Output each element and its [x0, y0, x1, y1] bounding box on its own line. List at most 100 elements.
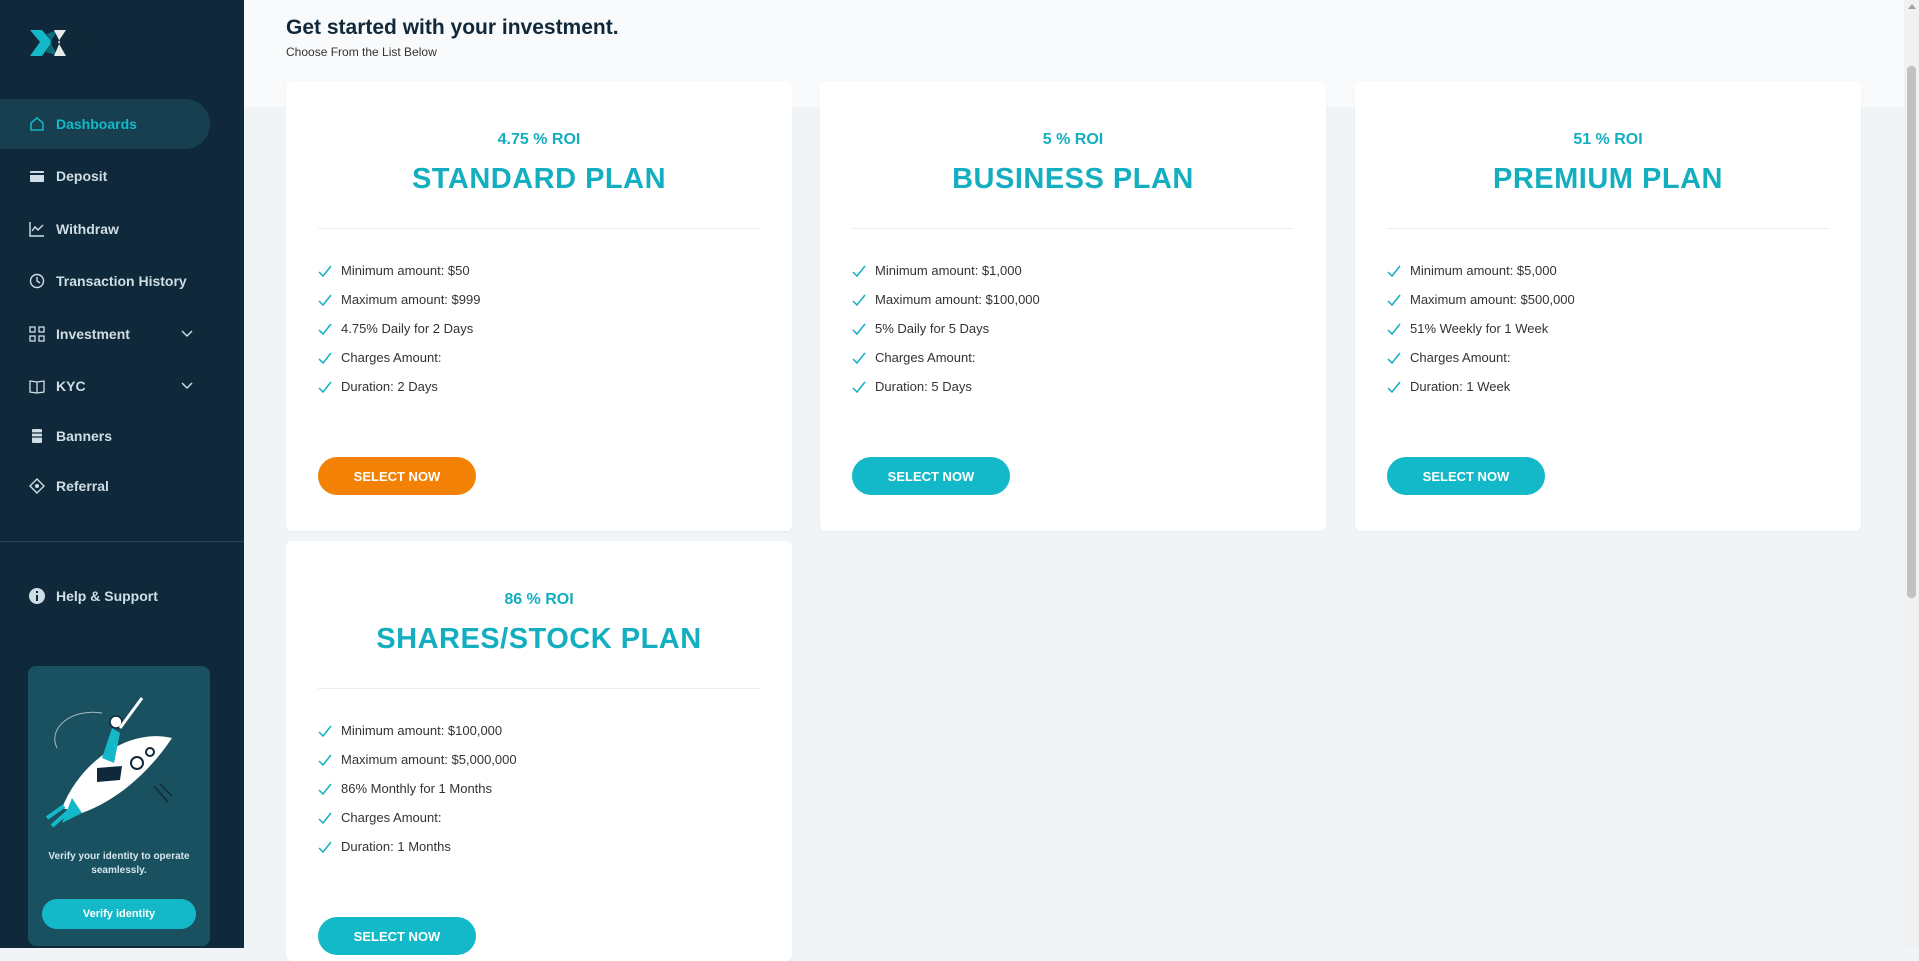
feature-text: Duration: 1 Week: [1410, 379, 1511, 394]
plan-roi: 4.75 % ROI: [497, 131, 581, 148]
feature-text: 86% Monthly for 1 Months: [341, 781, 493, 796]
chevron-down-icon[interactable]: [180, 378, 194, 395]
plan-features: Minimum amount: $1,000 Maximum amount: $…: [852, 256, 1040, 401]
sidebar-item-label: Referral: [56, 478, 109, 494]
verify-identity-text: Verify your identity to operate seamless…: [48, 851, 190, 876]
feature-item: Duration: 2 Days: [318, 372, 480, 401]
plan-name: BUSINESS PLAN: [952, 163, 1194, 195]
sidebar-item-kyc[interactable]: KYC: [0, 361, 244, 411]
help-support-label: Help & Support: [56, 588, 158, 604]
select-now-button[interactable]: SELECT NOW: [318, 917, 476, 955]
feature-text: Duration: 2 Days: [341, 379, 438, 394]
sidebar-item-banners[interactable]: Banners: [0, 411, 244, 461]
chart-icon: [28, 220, 46, 238]
plan-card-standard: 4.75 % ROI STANDARD PLAN Minimum amount:…: [286, 81, 792, 531]
check-icon: [1387, 351, 1401, 365]
check-icon: [318, 322, 332, 336]
sidebar-item-deposit[interactable]: Deposit: [0, 151, 244, 201]
check-icon: [318, 753, 332, 767]
help-support-link[interactable]: Help & Support: [0, 571, 244, 621]
check-icon: [1387, 380, 1401, 394]
select-now-button[interactable]: SELECT NOW: [1387, 457, 1545, 495]
feature-item: Minimum amount: $5,000: [1387, 256, 1575, 285]
card-divider: [318, 688, 760, 689]
check-icon: [318, 782, 332, 796]
sidebar-item-label: Withdraw: [56, 221, 119, 237]
sidebar-item-label: KYC: [56, 378, 86, 394]
book-icon: [28, 377, 46, 395]
info-icon: [28, 587, 46, 605]
sidebar-item-transaction-history[interactable]: Transaction History: [0, 256, 244, 306]
feature-item: 4.75% Daily for 2 Days: [318, 314, 480, 343]
scroll-up-arrow-icon[interactable]: [1908, 4, 1916, 9]
feature-text: Charges Amount:: [875, 350, 976, 365]
feature-item: Duration: 1 Months: [318, 832, 517, 861]
feature-text: Charges Amount:: [341, 350, 442, 365]
plan-roi: 5 % ROI: [1042, 131, 1104, 148]
verify-identity-button[interactable]: Verify identity: [42, 899, 196, 929]
check-icon: [852, 322, 866, 336]
feature-item: 5% Daily for 5 Days: [852, 314, 1040, 343]
plan-roi: 86 % ROI: [504, 591, 574, 608]
brand-logo[interactable]: Kering: [28, 28, 168, 60]
feature-text: Minimum amount: $50: [341, 263, 470, 278]
feature-text: 4.75% Daily for 2 Days: [341, 321, 474, 336]
feature-item: Minimum amount: $50: [318, 256, 480, 285]
plan-card-premium: 51 % ROI PREMIUM PLAN Minimum amount: $5…: [1355, 81, 1861, 531]
feature-item: Charges Amount:: [318, 343, 480, 372]
check-icon: [318, 351, 332, 365]
select-now-button[interactable]: SELECT NOW: [318, 457, 476, 495]
feature-text: Minimum amount: $100,000: [341, 723, 503, 738]
plan-features: Minimum amount: $5,000 Maximum amount: $…: [1387, 256, 1575, 401]
feature-item: Duration: 5 Days: [852, 372, 1040, 401]
feature-text: Duration: 5 Days: [875, 379, 972, 394]
wallet-icon: [28, 167, 46, 185]
plan-card-shares-stock: 86 % ROI SHARES/STOCK PLAN Minimum amoun…: [286, 541, 792, 961]
sidebar-item-dashboards[interactable]: Dashboards: [0, 99, 210, 149]
feature-item: Charges Amount:: [318, 803, 517, 832]
check-icon: [852, 380, 866, 394]
sidebar-item-referral[interactable]: Referral: [0, 461, 244, 511]
feature-text: Charges Amount:: [1410, 350, 1511, 365]
feature-text: Maximum amount: $100,000: [875, 292, 1040, 307]
page-title: Get started with your investment.: [286, 16, 619, 39]
plan-card-business: 5 % ROI BUSINESS PLAN Minimum amount: $1…: [820, 81, 1326, 531]
diamond-icon: [28, 477, 46, 495]
feature-item: 86% Monthly for 1 Months: [318, 774, 517, 803]
plan-name: STANDARD PLAN: [411, 163, 667, 195]
sidebar-item-label: Investment: [56, 326, 130, 342]
check-icon: [1387, 293, 1401, 307]
sidebar: Kering Dashboards Deposit Withdraw Trans…: [0, 0, 244, 948]
page-scrollbar[interactable]: [1904, 0, 1919, 948]
logo-mark-icon: [30, 30, 66, 56]
sidebar-divider: [0, 541, 244, 542]
check-icon: [1387, 322, 1401, 336]
grid-icon: [28, 325, 46, 343]
select-now-button[interactable]: SELECT NOW: [852, 457, 1010, 495]
scroll-thumb[interactable]: [1907, 66, 1916, 598]
check-icon: [852, 264, 866, 278]
sidebar-item-label: Transaction History: [56, 273, 187, 289]
feature-text: 5% Daily for 5 Days: [875, 321, 990, 336]
sidebar-item-label: Banners: [56, 428, 113, 444]
feature-text: 51% Weekly for 1 Week: [1410, 321, 1549, 336]
feature-text: Charges Amount:: [341, 810, 442, 825]
feature-text: Maximum amount: $500,000: [1410, 292, 1575, 307]
feature-item: Maximum amount: $999: [318, 285, 480, 314]
card-divider: [318, 228, 760, 229]
sidebar-item-investment[interactable]: Investment: [0, 309, 244, 359]
feature-item: Maximum amount: $500,000: [1387, 285, 1575, 314]
feature-item: Minimum amount: $1,000: [852, 256, 1040, 285]
plan-roi: 51 % ROI: [1573, 131, 1643, 148]
check-icon: [318, 811, 332, 825]
check-icon: [852, 293, 866, 307]
card-divider: [852, 228, 1294, 229]
plan-features: Minimum amount: $50 Maximum amount: $999…: [318, 256, 480, 401]
sidebar-item-withdraw[interactable]: Withdraw: [0, 204, 244, 254]
feature-item: Maximum amount: $100,000: [852, 285, 1040, 314]
brand-name: Kering: [72, 30, 139, 53]
chevron-down-icon[interactable]: [180, 326, 194, 343]
plan-name: PREMIUM PLAN: [1493, 163, 1723, 195]
sidebar-item-label: Deposit: [56, 168, 108, 184]
check-icon: [852, 351, 866, 365]
